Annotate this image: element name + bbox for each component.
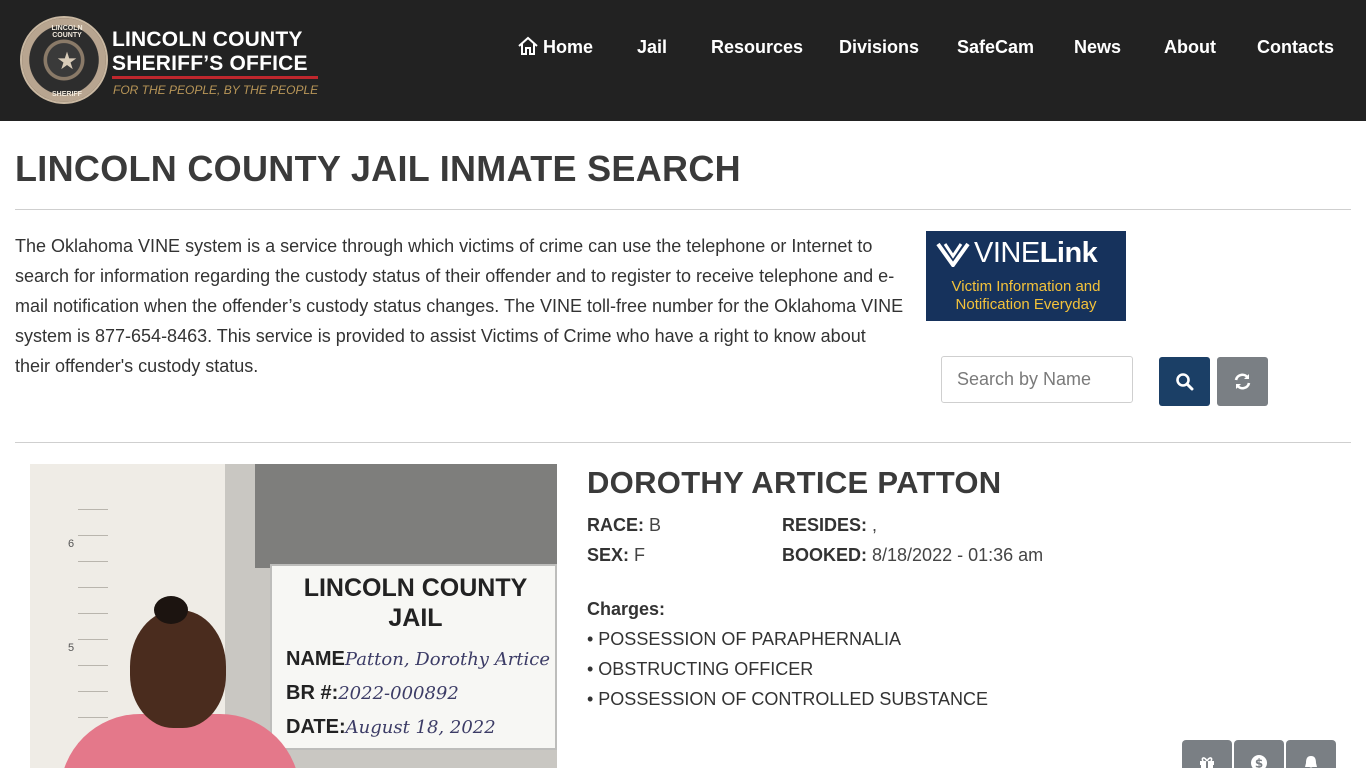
race-label: RACE:	[587, 515, 644, 535]
inmate-booked: BOOKED: 8/18/2022 - 01:36 am	[782, 545, 1043, 566]
vinelink-word-vine: VINE	[974, 237, 1040, 269]
gift-button[interactable]	[1182, 740, 1232, 768]
placard-name-row: NAMEPatton, Dorothy Artice	[286, 648, 550, 671]
gift-icon	[1200, 757, 1214, 768]
nav-safecam[interactable]: SafeCam	[957, 34, 1034, 60]
photo-scale-mark-5: 5	[68, 642, 75, 654]
brand-tagline: FOR THE PEOPLE, BY THE PEOPLE	[113, 83, 319, 97]
booked-label: BOOKED:	[782, 545, 867, 565]
dollar-icon: $	[1251, 755, 1267, 768]
race-value: B	[649, 515, 662, 535]
reset-search-button[interactable]	[1217, 357, 1268, 406]
nav-news[interactable]: News	[1074, 34, 1121, 60]
nav-contacts[interactable]: Contacts	[1257, 34, 1334, 60]
sex-label: SEX:	[587, 545, 630, 565]
notify-button[interactable]	[1286, 740, 1336, 768]
booked-value: 8/18/2022 - 01:36 am	[872, 545, 1044, 565]
site-logo[interactable]: LINCOLN COUNTY ★ SHERIFF LINCOLN COUNTY …	[18, 14, 323, 106]
inmate-sex: SEX: F	[587, 545, 645, 566]
placard-br-row: BR #:2022-000892	[286, 682, 459, 705]
charge-item: • POSSESSION OF PARAPHERNALIA	[587, 629, 902, 649]
brand-divider	[112, 76, 318, 79]
sheriff-badge-icon: LINCOLN COUNTY ★ SHERIFF	[20, 16, 108, 104]
badge-top-text: LINCOLN COUNTY	[51, 25, 83, 39]
photo-scale-mark-6: 6	[68, 538, 75, 550]
sex-value: F	[634, 545, 646, 565]
vinelink-subtitle-line1: Victim Information and	[951, 278, 1101, 295]
brand-name-line2: SHERIFF’S OFFICE	[112, 52, 308, 75]
inmate-name: DOROTHY ARTICE PATTON	[587, 465, 1002, 500]
placard-title-line1: LINCOLN COUNTY	[303, 574, 528, 602]
booking-placard: LINCOLN COUNTY JAIL NAMEPatton, Dorothy …	[270, 564, 557, 750]
nav-jail[interactable]: Jail	[637, 34, 667, 60]
placard-br-value: 2022-000892	[338, 683, 459, 704]
vinelink-word-link: Link	[1039, 237, 1098, 269]
nav-home[interactable]: Home	[543, 34, 593, 60]
nav-about[interactable]: About	[1164, 34, 1216, 60]
placard-name-label: NAME	[286, 648, 345, 670]
title-divider	[15, 209, 1351, 210]
photo-dark-panel	[255, 464, 557, 568]
vine-intro-text: The Oklahoma VINE system is a service th…	[15, 236, 904, 376]
refresh-icon	[1234, 373, 1251, 390]
bell-icon	[1305, 756, 1317, 768]
placard-date-value: August 18, 2022	[345, 717, 496, 738]
placard-br-label: BR #:	[286, 682, 339, 704]
vinelink-subtitle-line2: Notification Everyday	[955, 296, 1097, 313]
inmate-race: RACE: B	[587, 515, 661, 536]
home-icon[interactable]	[517, 36, 539, 56]
vinelink-wordmark: VINELink	[974, 237, 1098, 270]
photo-subject-face	[130, 610, 226, 728]
site-header: LINCOLN COUNTY ★ SHERIFF LINCOLN COUNTY …	[0, 0, 1366, 121]
nav-resources[interactable]: Resources	[711, 34, 803, 60]
badge-bottom-text: SHERIFF	[52, 91, 82, 98]
search-by-name-input[interactable]	[941, 356, 1133, 403]
star-icon: ★	[56, 47, 78, 75]
inmate-resides: RESIDES: ,	[782, 515, 877, 536]
placard-date-label: DATE:	[286, 716, 346, 738]
vine-logo-icon	[936, 242, 970, 267]
search-button[interactable]	[1159, 357, 1210, 406]
resides-value: ,	[872, 515, 878, 535]
search-divider	[15, 442, 1351, 443]
photo-subject-hair	[154, 596, 188, 624]
charge-item: • POSSESSION OF CONTROLLED SUBSTANCE	[587, 689, 989, 709]
nav-divisions[interactable]: Divisions	[839, 34, 919, 60]
placard-date-row: DATE:August 18, 2022	[286, 716, 496, 739]
search-icon	[1176, 373, 1194, 391]
svg-text:$: $	[1255, 757, 1263, 768]
inmate-mugshot: 6 5 LINCOLN COUNTY JAIL NAMEPatton, Doro…	[30, 464, 557, 768]
placard-title-line2: JAIL	[388, 604, 443, 632]
deposit-money-button[interactable]: $	[1234, 740, 1284, 768]
vinelink-banner[interactable]: VINELink Victim Information and Notifica…	[926, 231, 1126, 321]
placard-name-value: Patton, Dorothy Artice	[344, 649, 551, 670]
charge-item: • OBSTRUCTING OFFICER	[587, 659, 814, 679]
resides-label: RESIDES:	[782, 515, 868, 535]
brand-name-line1: LINCOLN COUNTY	[112, 28, 303, 51]
charges-label: Charges:	[587, 599, 666, 619]
page-title: LINCOLN COUNTY JAIL INMATE SEARCH	[15, 148, 741, 189]
